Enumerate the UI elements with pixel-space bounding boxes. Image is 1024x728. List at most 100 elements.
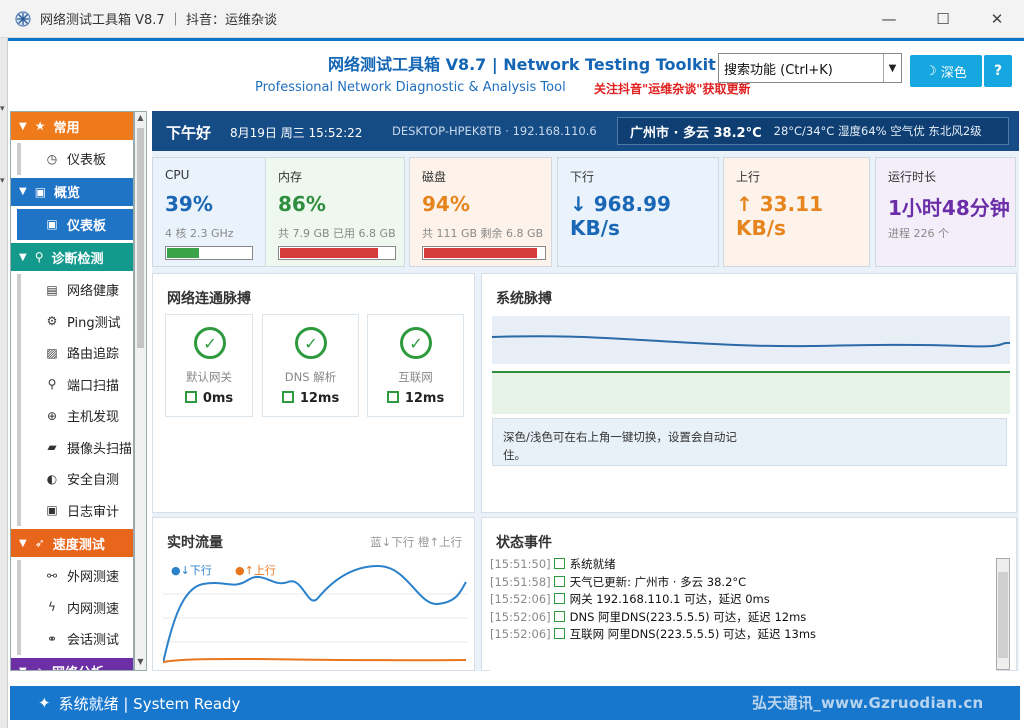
cpu-bar [165,246,253,260]
app-title: 网络测试工具箱 V8.7 | Network Testing Toolkit [328,55,716,74]
disk-value: 94% [422,192,470,216]
caret-down-icon: ▼ [19,251,27,263]
close-button[interactable]: ✕ [970,0,1024,38]
maximize-button[interactable]: ☐ [916,0,970,38]
event-row: [15:51:50] 系统就绪 [490,556,996,574]
checkbox-icon [553,558,565,569]
checkbox-icon [553,575,565,587]
sidebar-item-dashboard-active[interactable]: ▣ 仪表板 [17,208,133,240]
checkbox-icon [386,391,399,403]
traffic-chart [163,564,468,664]
dashboard-icon: ▣ [46,217,58,232]
sidebar: ▼ ★ 常用 ◷ 仪表板 ▼ ▣ 概览 ▣ 仪表板 ▼ ⚲ 诊断检测 ▤ 网络健康 ⚙ Ping测试… [10,111,134,671]
checkbox-icon [553,628,565,639]
sidebar-cat-speed[interactable]: ▼ ➶ 速度测试 [11,529,133,557]
event-timestamp: [15:52:06] [490,592,551,606]
system-pulse-graph [492,316,1010,414]
events-title: 状态事件 [496,535,552,551]
help-button[interactable]: ? [984,55,1012,87]
event-text: 网关 192.168.110.1 可达，延迟 0ms [569,592,770,606]
camera-icon: ▰ [47,440,57,455]
sidebar-item-ping[interactable]: ⚙ Ping测试 [17,305,133,337]
event-timestamp: [15:51:50] [490,557,551,571]
dashboard-icon: ▣ [34,184,47,199]
globe-icon: ⊕ [46,408,58,423]
left-edge: ▾ ▾ [0,38,8,728]
caret-down-icon: ▼ [19,666,27,670]
title-bar: 网络测试工具箱 V8.7 ｜ 抖音：运维杂谈 — ☐ ✕ [0,0,1024,38]
sidebar-item-dashboard[interactable]: ◷ 仪表板 [17,143,133,175]
event-row: [15:52:06] 互联网 阿里DNS(223.5.5.5) 可达，延迟 13m… [490,626,996,644]
events-panel: 状态事件 [15:51:50] 系统就绪 [15:51:58] 天气已更新: 广州市 … [481,517,1017,674]
cpu-value: 39% [165,192,213,216]
upload-series-line [163,657,467,663]
chevron-down-icon[interactable]: ▼ [883,54,901,82]
health-icon: ▤ [46,282,58,297]
sidebar-cat-overview[interactable]: ▼ ▣ 概览 [11,177,133,206]
route-icon: ▨ [46,345,58,360]
event-text: 天气已更新: 广州市 · 多云 38.2°C [569,574,747,589]
star-icon: ★ [34,119,46,133]
traffic-legend-text: 蓝↓下行 橙↑上行 [370,535,462,549]
search-box[interactable]: ▼ [718,53,902,83]
sidebar-item-session[interactable]: ⚭ 会话测试 [17,623,133,655]
sidebar-cat-common[interactable]: ▼ ★ 常用 [11,112,133,140]
event-timestamp: [15:52:06] [490,609,551,624]
check-circle-icon: ✓ [194,327,226,359]
scroll-thumb[interactable] [998,572,1008,658]
uptime-card: 运行时长 1小时48分钟 进程 226 个 [875,157,1016,267]
sidebar-scrollbar[interactable]: ▲ ▼ [134,111,147,671]
city-weather: 广州市 · 多云 38.2°C [630,125,762,141]
event-row: [15:52:06] DNS 阿里DNS(223.5.5.5) 可达，延迟 12m… [490,609,996,627]
app-subtitle: Professional Network Diagnostic & Analys… [255,80,566,95]
sidebar-cat-diagnostics[interactable]: ▼ ⚲ 诊断检测 [11,243,133,271]
sidebar-item-camera-scan[interactable]: ▰ 摄像头扫描 [17,431,133,463]
sidebar-item-log-audit[interactable]: ▣ 日志审计 [17,494,133,526]
upload-card: 上行 ↑ 33.11 KB/s [723,157,870,267]
search-icon: ⚲ [47,377,57,392]
theme-toggle-label: 深色 [940,65,967,81]
event-timestamp: [15:52:06] [490,627,551,641]
minimize-button[interactable]: — [862,0,916,38]
checkbox-icon [281,391,294,403]
status-text: 系统就绪 | System Ready [58,694,241,713]
event-text: 互联网 阿里DNS(223.5.5.5) 可达，延迟 13ms [569,627,817,641]
sidebar-item-int-speed[interactable]: ϟ 内网测速 [17,591,133,623]
uptime-value: 1小时48分钟 [888,196,1010,220]
info-bar: 下午好 8月19日 周三 15:52:22 DESKTOP-HPEK8TB · … [152,111,1019,151]
sidebar-item-host-discovery[interactable]: ⊕ 主机发现 [17,400,133,432]
memory-band [492,371,1010,414]
network-pulse-title: 网络连通脉搏 [167,291,251,307]
network-pulse-panel: 网络连通脉搏 ✓ 默认网关 0ms ✓ DNS 解析 12ms ✓ 互联网 12… [152,273,475,513]
events-scrollbar[interactable] [996,558,1010,670]
traffic-title: 实时流量 [167,535,223,551]
scroll-thumb[interactable] [137,128,144,348]
memory-value: 86% [278,192,326,216]
traffic-panel: 实时流量 蓝↓下行 橙↑上行 ●↓下行 ●↑上行 [152,517,475,671]
theme-toggle-button[interactable]: ☽ 深色 [910,55,982,87]
check-circle-icon: ✓ [400,327,432,359]
search-input[interactable] [719,54,879,82]
cpu-bar-fill [167,248,199,258]
sidebar-item-net-health[interactable]: ▤ 网络健康 [17,274,133,306]
system-pulse-title: 系统脉搏 [496,291,552,307]
disk-card: 磁盘 94% 共 111 GB 剩余 6.8 GB [409,157,552,267]
sidebar-item-security[interactable]: ◐ 安全自测 [17,463,133,495]
checkbox-icon [553,593,565,604]
sidebar-item-ext-speed[interactable]: ⚯ 外网测速 [17,560,133,592]
sidebar-item-port-scan[interactable]: ⚲ 端口扫描 [17,368,133,400]
scroll-up-arrow[interactable]: ▲ [135,113,146,125]
download-value: ↓ 968.99 KB/s [570,192,671,240]
memory-card: 内存 86% 共 7.9 GB 已用 6.8 GB [265,157,405,267]
check-dns: ✓ DNS 解析 12ms [262,314,359,417]
sidebar-item-route[interactable]: ▨ 路由追踪 [17,337,133,369]
sidebar-cat-analysis[interactable]: ▼◈网络分析 [11,657,133,670]
scroll-down-arrow[interactable]: ▼ [135,657,146,669]
check-gateway: ✓ 默认网关 0ms [165,314,253,417]
disk-bar-fill [424,248,537,258]
event-text: 系统就绪 [569,557,616,571]
chain-icon: ⚭ [46,631,58,646]
caret-down-icon: ▼ [19,120,27,132]
link-icon: ⚯ [46,568,58,583]
upload-value: ↑ 33.11 KB/s [736,192,823,240]
